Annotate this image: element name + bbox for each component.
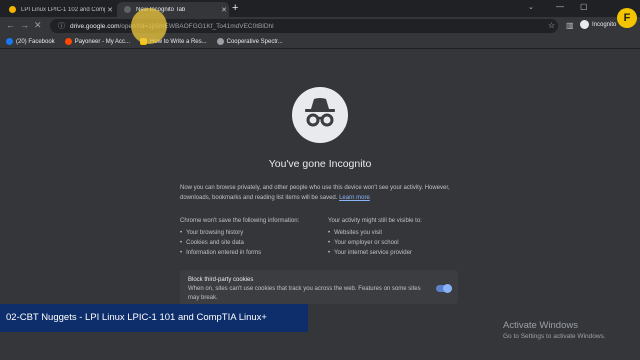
facebook-icon	[6, 38, 13, 45]
globe-icon	[216, 38, 224, 45]
bookmark-label: Cooperative Spectr...	[226, 38, 283, 45]
profile-incognito[interactable]: Incognito	[580, 20, 616, 29]
tab-title: LPI Linux LPIC-1 102 and CompTIA	[21, 6, 105, 13]
activate-subtitle: Go to Settings to activate Windows.	[503, 333, 606, 340]
block-cookies-card: Block third-party cookies When on, sites…	[180, 270, 458, 304]
incognito-spy-icon	[292, 87, 348, 143]
activate-title: Activate Windows	[503, 320, 578, 331]
bookmark-cooperative[interactable]: Cooperative Spectr...	[216, 38, 283, 45]
intro-body: Now you can browse privately, and other …	[180, 185, 450, 201]
list-item: Your internet service provider	[328, 248, 468, 258]
maximize-icon[interactable]: ▢	[580, 2, 588, 11]
not-saved-heading: Chrome won't save the following informat…	[180, 218, 300, 224]
visible-heading: Your activity might still be visible to:	[328, 218, 422, 224]
address-bar[interactable]: ⓘ drive.google.com /open?id=1jiSmEWBAOFG…	[50, 19, 558, 33]
list-item: Cookies and site data	[180, 238, 320, 248]
page-title: You've gone Incognito	[268, 158, 372, 170]
list-item: Your browsing history	[180, 228, 320, 238]
bookmark-payoneer[interactable]: Payoneer - My Acc...	[64, 38, 131, 45]
tab-search-icon[interactable]: ⌄	[528, 3, 534, 11]
learn-more-link[interactable]: Learn more	[339, 195, 370, 201]
toolbar: ← → ✕ ⓘ drive.google.com /open?id=1jiSmE…	[0, 17, 640, 35]
block-cookies-title: Block third-party cookies	[188, 277, 254, 283]
bookmark-label: Payoneer - My Acc...	[74, 38, 131, 45]
block-cookies-toggle[interactable]	[436, 284, 452, 293]
channel-logo: F	[617, 8, 637, 28]
bookmark-label: (20) Facebook	[16, 38, 55, 45]
site-info-icon[interactable]: ⓘ	[58, 21, 65, 31]
bookmarks-bar: (20) Facebook Payoneer - My Acc... How t…	[0, 35, 640, 49]
incognito-favicon-icon	[124, 6, 131, 13]
tab-course[interactable]: LPI Linux LPIC-1 102 and CompTIA ✕	[2, 2, 115, 17]
url-host: drive.google.com	[70, 22, 120, 30]
drive-favicon-icon	[9, 6, 16, 13]
not-saved-section: Chrome won't save the following informat…	[180, 216, 320, 258]
tab-strip: LPI Linux LPIC-1 102 and CompTIA ✕ New I…	[0, 0, 640, 17]
profile-label: Incognito	[592, 21, 617, 28]
toggle-knob	[443, 284, 452, 293]
payoneer-icon	[64, 38, 72, 45]
bookmark-facebook[interactable]: (20) Facebook	[6, 38, 55, 45]
new-tab-button[interactable]: +	[232, 2, 238, 15]
close-tab-icon[interactable]: ✕	[105, 6, 115, 14]
block-cookies-desc: When on, sites can't use cookies that tr…	[188, 286, 421, 301]
minimize-icon[interactable]: —	[556, 2, 564, 11]
back-icon[interactable]: ←	[6, 20, 15, 30]
side-panel-icon[interactable]: ▥	[566, 21, 574, 30]
activate-windows-watermark: Activate Windows Go to Settings to activ…	[503, 320, 606, 340]
intro-text: Now you can browse privately, and other …	[180, 184, 460, 203]
forward-icon[interactable]: →	[20, 20, 29, 30]
list-item: Information entered in forms	[180, 248, 320, 258]
bookmark-star-icon[interactable]: ☆	[548, 21, 555, 30]
visible-section: Your activity might still be visible to:…	[328, 216, 468, 258]
list-item: Websites you visit	[328, 228, 468, 238]
close-tab-icon[interactable]: ✕	[219, 6, 229, 14]
incognito-avatar-icon	[580, 20, 589, 29]
stop-loading-icon[interactable]: ✕	[34, 20, 42, 31]
list-item: Your employer or school	[328, 238, 468, 248]
course-title-banner: 02-CBT Nuggets - LPI Linux LPIC-1 101 an…	[0, 304, 308, 332]
cursor-highlight	[131, 8, 167, 44]
